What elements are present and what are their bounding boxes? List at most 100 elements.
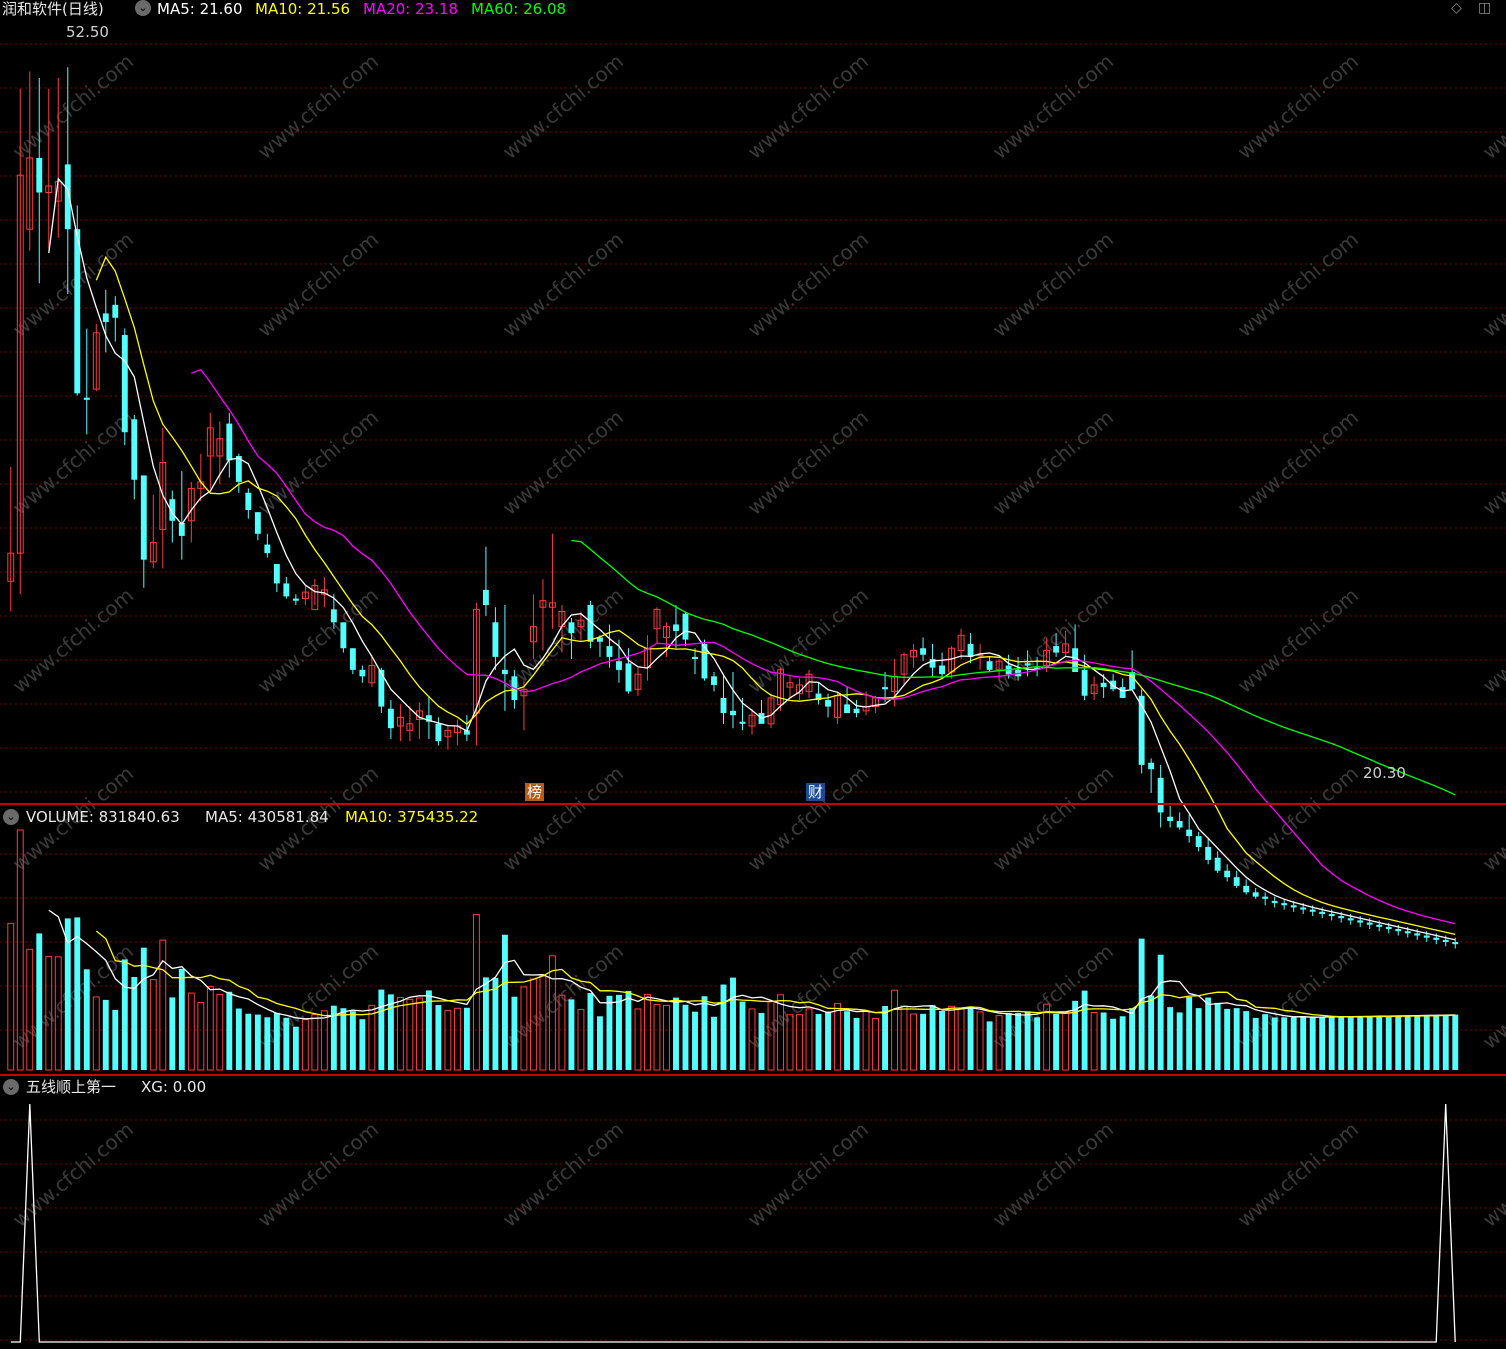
- chevron-down-circle-icon[interactable]: ⌄: [3, 1079, 19, 1095]
- volume-bar: [378, 989, 385, 1070]
- candle-body: [1167, 816, 1174, 822]
- candle-body: [825, 700, 831, 707]
- volume-bar: [1100, 1012, 1107, 1070]
- candle-body: [1328, 913, 1335, 917]
- candle-body: [492, 622, 499, 657]
- volume-bar: [1195, 1008, 1202, 1070]
- chevron-down-circle-icon[interactable]: ⌄: [3, 809, 19, 825]
- volume-bar: [301, 1019, 309, 1071]
- candle-body: [245, 492, 252, 510]
- volume-bar: [1034, 1017, 1041, 1070]
- volume-bar: [1395, 1015, 1402, 1070]
- candle-body: [1224, 870, 1231, 878]
- volume-bar: [1357, 1016, 1364, 1070]
- candle-body: [264, 544, 271, 554]
- candle-body: [482, 589, 489, 606]
- watermark-text: www.cfchi.com: [1478, 939, 1506, 1054]
- volume-bar: [273, 1012, 280, 1070]
- watermark-text: www.cfchi.com: [1478, 49, 1506, 164]
- candle-body: [1205, 846, 1212, 860]
- volume-bar: [758, 1012, 765, 1070]
- candle-body: [1319, 911, 1326, 914]
- volume-bar: [1290, 1017, 1297, 1070]
- stock-title: 润和软件(日线): [2, 0, 104, 18]
- candle-body: [292, 598, 299, 601]
- watermark-text: www.cfchi.com: [253, 1117, 383, 1232]
- watermark-text: www.cfchi.com: [8, 939, 138, 1054]
- candle-body: [853, 708, 860, 714]
- window-icon[interactable]: ◫: [1478, 0, 1491, 16]
- low-price-label: 20.30: [1363, 764, 1406, 782]
- volume-bar: [653, 1004, 661, 1071]
- candle-body: [131, 419, 138, 480]
- volume-ma5-line: [48, 909, 1456, 1020]
- volume-bar: [387, 994, 394, 1070]
- candle-body: [1281, 903, 1288, 906]
- chevron-down-circle-icon[interactable]: ⌄: [135, 0, 151, 16]
- volume-bar: [283, 1017, 290, 1070]
- candle-body: [1376, 924, 1383, 927]
- candle-body: [692, 656, 698, 660]
- candle-body: [36, 157, 43, 193]
- volume-bar: [292, 1026, 299, 1070]
- volume-bar: [1205, 997, 1212, 1070]
- volume-bar: [682, 1004, 689, 1070]
- volume-bar: [340, 1008, 347, 1070]
- stock-chart[interactable]: www.cfchi.com www.cfchi.com www.cfchi.com w…: [0, 0, 1506, 1349]
- finance-badge[interactable]: 财: [806, 783, 826, 801]
- volume-bar: [1157, 954, 1164, 1070]
- candle-body: [1129, 672, 1136, 690]
- volume-bar: [577, 1009, 585, 1071]
- watermark-text: www.cfchi.com: [1233, 583, 1363, 698]
- candle-body: [1385, 926, 1392, 930]
- volume-bar: [112, 1009, 119, 1070]
- volume-bar: [739, 1001, 746, 1070]
- candle-body: [1357, 920, 1364, 923]
- watermark-text: www.cfchi.com: [988, 227, 1118, 342]
- watermark-text: www.cfchi.com: [743, 1117, 873, 1232]
- volume-bar: [862, 1011, 870, 1071]
- volume-bar: [796, 1014, 803, 1071]
- candle-body: [1214, 857, 1221, 871]
- volume-bar: [1319, 1016, 1326, 1070]
- candle-body: [882, 687, 888, 690]
- candle-body: [730, 710, 736, 716]
- watermark-text: www.cfchi.com: [743, 227, 873, 342]
- volume-bar: [882, 1006, 888, 1070]
- volume-bar: [948, 1005, 956, 1071]
- xg-readout: XG: 0.00: [141, 1078, 207, 1096]
- high-price-label: 52.50: [66, 23, 109, 41]
- ma10-readout: MA10: 21.56: [255, 0, 351, 18]
- volume-bar: [1176, 1012, 1183, 1070]
- candle-body: [1157, 777, 1164, 813]
- watermark-text: www.cfchi.com: [1478, 227, 1506, 342]
- volume-bar: [825, 1011, 831, 1070]
- volume-bar: [976, 1011, 984, 1071]
- volume-bar: [634, 1008, 642, 1071]
- volume-bar: [178, 968, 185, 1070]
- watermark-text: www.cfchi.com: [8, 227, 138, 342]
- volume-bar: [1005, 1013, 1012, 1070]
- candle-body: [1433, 937, 1440, 940]
- volume-bar: [159, 939, 167, 1071]
- volume-bar: [616, 994, 622, 1070]
- volume-bar: [425, 990, 432, 1070]
- volume-bar: [320, 1010, 328, 1071]
- volume-bar: [1423, 1015, 1430, 1070]
- ranking-badge[interactable]: 榜: [525, 783, 545, 801]
- volume-bar: [967, 1007, 974, 1070]
- watermark-text: www.cfchi.com: [743, 583, 873, 698]
- watermark-text: www.cfchi.com: [498, 49, 628, 164]
- volume-bar: [900, 1005, 908, 1071]
- volume-bar: [1024, 1011, 1031, 1070]
- candle-body: [83, 397, 90, 400]
- candle-body: [1452, 942, 1459, 945]
- indicator-line: [10, 1103, 1456, 1343]
- diamond-icon[interactable]: ◇: [1451, 0, 1462, 16]
- volume-bar: [872, 1017, 879, 1071]
- watermark-text: www.cfchi.com: [498, 227, 628, 342]
- volume-bar: [74, 917, 81, 1070]
- volume-bar: [235, 1008, 242, 1070]
- indicator-name: 五线顺上第一: [26, 1078, 117, 1096]
- volume-bar: [206, 986, 214, 1071]
